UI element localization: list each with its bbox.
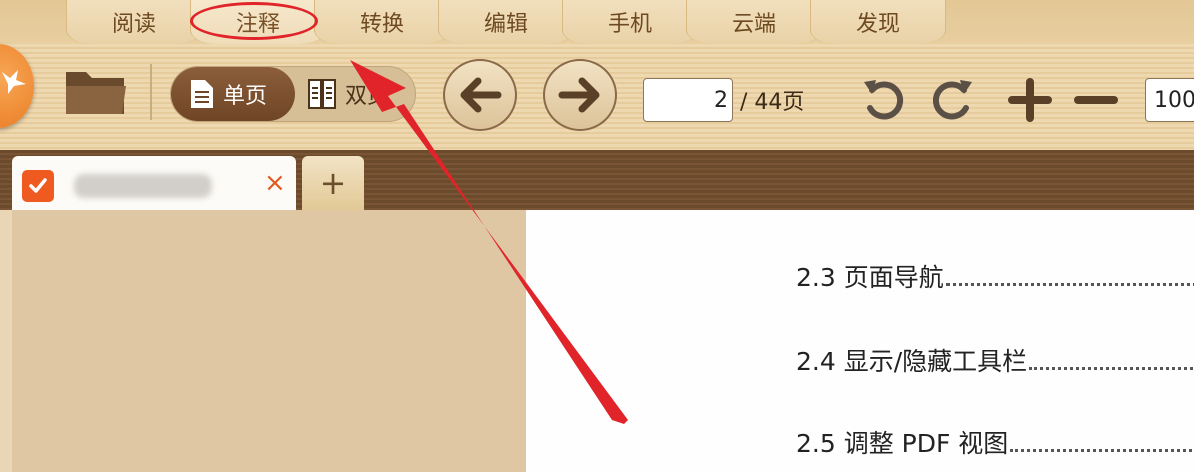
folder-icon <box>66 72 126 114</box>
zoom-out-button[interactable] <box>1074 78 1118 126</box>
next-page-button[interactable] <box>543 59 617 131</box>
rotate-left-icon <box>864 80 904 120</box>
zoom-out-icon <box>1074 96 1118 104</box>
toc-entry-text: 2.4 显示/隐藏工具栏 <box>796 347 1028 376</box>
double-page-icon <box>308 79 336 109</box>
app-menu-button[interactable] <box>0 44 34 128</box>
zoom-in-icon <box>1008 78 1052 122</box>
page-view-toggle: 单页 双页 <box>170 66 416 122</box>
pdf-reader-app: 阅读 注释 转换 编辑 手机 云端 发现 单页 双页 2 / 44页 100 ×… <box>0 0 1194 472</box>
tab-edit[interactable]: 编辑 <box>438 0 574 44</box>
tab-convert[interactable]: 转换 <box>314 0 450 44</box>
toc-entry-text: 2.5 调整 PDF 视图 <box>796 429 1009 458</box>
tab-read[interactable]: 阅读 <box>66 0 202 44</box>
toc-leader-dots <box>1029 352 1194 370</box>
open-file-button[interactable] <box>62 64 130 120</box>
side-panel <box>0 210 526 472</box>
rotate-right-button[interactable] <box>928 76 976 128</box>
document-tab-bar: × + <box>0 150 1194 210</box>
single-page-icon <box>191 80 213 108</box>
zoom-in-button[interactable] <box>1008 78 1052 126</box>
close-icon[interactable]: × <box>264 168 286 198</box>
main-toolbar: 单页 双页 / 44页 <box>0 44 1194 150</box>
new-tab-button[interactable]: + <box>302 156 364 210</box>
arrow-left-icon <box>460 77 502 113</box>
pdf-page-view: 2.3 页面导航 2.4 显示/隐藏工具栏 2.5 调整 PDF 视图 <box>526 210 1194 472</box>
double-page-label: 双页 <box>345 84 390 109</box>
current-page-input[interactable] <box>643 78 733 122</box>
tab-cloud[interactable]: 云端 <box>686 0 822 44</box>
arrow-right-icon <box>558 77 600 113</box>
toc-entry[interactable]: 2.4 显示/隐藏工具栏 <box>796 342 1194 376</box>
ribbon-tab-strip: 阅读 注释 转换 编辑 手机 云端 发现 <box>0 0 1194 44</box>
tab-discover[interactable]: 发现 <box>810 0 946 44</box>
pdf-file-icon <box>22 170 54 202</box>
toc-entry[interactable]: 2.5 调整 PDF 视图 <box>796 424 1194 458</box>
rotate-left-button[interactable] <box>860 76 908 128</box>
annotate-tab-highlight-circle <box>190 2 318 40</box>
tab-mobile[interactable]: 手机 <box>562 0 698 44</box>
toc-entry-text: 2.3 页面导航 <box>796 263 944 292</box>
toc-leader-dots <box>1010 434 1194 452</box>
previous-page-button[interactable] <box>443 59 517 131</box>
single-page-label: 单页 <box>223 84 268 109</box>
toolbar-separator <box>150 64 152 120</box>
total-pages-label: / 44页 <box>740 90 805 115</box>
plus-icon: + <box>319 164 347 202</box>
logo-icon <box>2 70 26 94</box>
document-tab[interactable]: × <box>12 156 296 210</box>
double-page-button[interactable]: 双页 <box>307 67 415 121</box>
zoom-level-input[interactable] <box>1145 78 1194 122</box>
toc-entry[interactable]: 2.3 页面导航 <box>796 258 1194 292</box>
rotate-right-icon <box>932 80 972 120</box>
single-page-button[interactable]: 单页 <box>171 67 295 121</box>
redacted-filename <box>74 174 212 198</box>
toc-leader-dots <box>945 268 1194 286</box>
